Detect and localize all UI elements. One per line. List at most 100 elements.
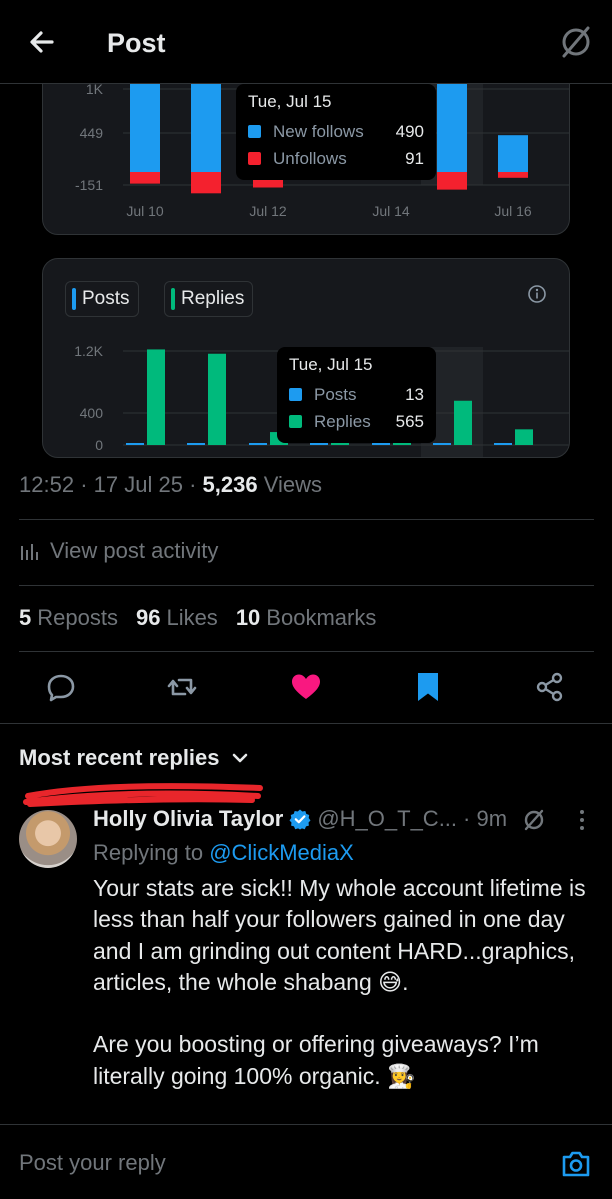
bar-posts <box>126 443 144 445</box>
post-meta: 12:52 · 17 Jul 25 · 5,236 Views <box>19 472 322 498</box>
tooltip-row: Unfollows 91 <box>248 145 424 172</box>
bar-posts <box>372 443 390 445</box>
divider <box>19 519 594 520</box>
bar-replies <box>454 400 472 445</box>
page-title: Post <box>107 28 166 58</box>
analytics-icon <box>21 544 38 560</box>
stat-label: Bookmarks <box>266 605 377 630</box>
share-icon[interactable] <box>533 670 567 704</box>
legend-posts-toggle[interactable]: Posts <box>65 281 139 317</box>
like-heart-icon[interactable] <box>289 670 323 704</box>
bar-posts <box>187 443 205 445</box>
bar-replies <box>515 429 533 445</box>
tooltip-value: 13 <box>405 384 424 404</box>
y-tick-label: 1.2K <box>74 343 103 359</box>
views-label: Views <box>263 472 322 497</box>
top-bar: Post <box>0 0 612 84</box>
back-arrow-icon[interactable] <box>22 22 62 62</box>
reposts-stat[interactable]: 5 Reposts <box>19 605 118 631</box>
bar-unfollows <box>437 172 467 190</box>
more-options-icon[interactable] <box>572 806 592 834</box>
stat-label: Likes <box>166 605 218 630</box>
chevron-down-icon <box>232 753 247 763</box>
reply-time: · 9m <box>463 806 508 831</box>
bookmark-icon[interactable] <box>411 670 445 704</box>
bar-replies <box>208 353 226 445</box>
legend-label: Posts <box>82 288 130 309</box>
grok-icon[interactable] <box>521 807 547 833</box>
replying-to: Replying to @ClickMediaX <box>93 840 354 866</box>
y-tick-label: 449 <box>80 125 104 141</box>
activity-label: View post activity <box>50 538 219 563</box>
avatar[interactable] <box>19 810 77 868</box>
y-tick-label: 0 <box>95 437 103 453</box>
post-date: 17 Jul 25 <box>93 472 183 497</box>
grok-icon[interactable] <box>556 22 596 62</box>
tooltip-swatch <box>289 415 302 428</box>
sort-label: Most recent replies <box>19 745 220 770</box>
divider <box>0 723 612 724</box>
tooltip-row: Posts 13 <box>289 381 424 408</box>
tooltip-label: New follows <box>273 121 364 141</box>
followers-tooltip: Tue, Jul 15 New follows 490 Unfollows 91 <box>236 84 436 180</box>
tooltip-row: New follows 490 <box>248 118 424 145</box>
replying-to-handle[interactable]: @ClickMediaX <box>209 840 354 865</box>
tooltip-date: Tue, Jul 15 <box>289 355 373 374</box>
repost-icon[interactable] <box>165 670 199 704</box>
tooltip-row: Replies 565 <box>289 408 424 435</box>
tooltip-value: 490 <box>395 121 424 141</box>
reply-sort-dropdown[interactable]: Most recent replies <box>19 745 252 771</box>
likes-stat[interactable]: 96 Likes <box>136 605 218 631</box>
divider <box>19 585 594 586</box>
stat-count: 5 <box>19 605 32 630</box>
reply-author-name[interactable]: Holly Olivia Taylor <box>93 806 283 832</box>
bar-unfollows <box>191 172 221 194</box>
reply-icon[interactable] <box>44 670 78 704</box>
legend-label: Replies <box>181 288 245 309</box>
tooltip-swatch <box>289 388 302 401</box>
view-post-activity-link[interactable]: View post activity <box>19 538 218 564</box>
bar-posts <box>249 443 267 445</box>
action-bar <box>0 665 612 709</box>
legend-swatch <box>171 288 175 310</box>
y-tick-label: 400 <box>80 405 104 421</box>
bar-posts <box>494 443 512 445</box>
reply-text: Your stats are sick!! My whole account l… <box>93 875 586 1089</box>
reply-handle[interactable]: @H_O_T_C... <box>317 806 457 832</box>
stat-label: Reposts <box>37 605 118 630</box>
legend-replies-toggle[interactable]: Replies <box>164 281 254 317</box>
x-tick-label: Jul 10 <box>126 203 164 219</box>
tooltip-value: 565 <box>395 411 424 431</box>
views-count: 5,236 <box>202 472 258 497</box>
reply-header: Holly Olivia Taylor @H_O_T_C... · 9m <box>93 806 507 832</box>
legend-swatch <box>72 288 76 310</box>
stat-count: 96 <box>135 605 161 630</box>
tooltip-value: 91 <box>405 148 424 168</box>
replying-prefix: Replying to <box>93 840 204 865</box>
x-tick-label: Jul 14 <box>372 203 410 219</box>
tooltip-label: Posts <box>314 384 357 404</box>
camera-icon[interactable] <box>560 1149 592 1179</box>
post-time: 12:52 <box>19 472 75 497</box>
tooltip-label: Replies <box>314 411 371 431</box>
bookmarks-stat[interactable]: 10 Bookmarks <box>236 605 377 631</box>
separator-dot: · <box>80 472 94 497</box>
engagement-stats: 5 Reposts 96 Likes 10 Bookmarks <box>19 605 394 631</box>
tooltip-date: Tue, Jul 15 <box>248 92 332 111</box>
x-tick-label: Jul 16 <box>494 203 532 219</box>
x-tick-label: Jul 12 <box>249 203 287 219</box>
bar-posts <box>433 443 451 445</box>
bar-unfollows <box>130 172 160 184</box>
stat-count: 10 <box>235 605 261 630</box>
divider <box>19 651 594 652</box>
bar-replies <box>147 349 165 445</box>
bar-new-follows <box>437 77 467 172</box>
bar-posts <box>310 443 328 445</box>
reply-composer: Post your reply <box>0 1124 612 1199</box>
info-icon[interactable] <box>526 283 548 305</box>
separator-dot: · <box>189 472 203 497</box>
y-tick-label: -151 <box>75 177 103 193</box>
reply-input[interactable]: Post your reply <box>19 1150 166 1176</box>
posts-tooltip: Tue, Jul 15 Posts 13 Replies 565 <box>277 347 436 443</box>
bar-new-follows <box>498 135 528 172</box>
